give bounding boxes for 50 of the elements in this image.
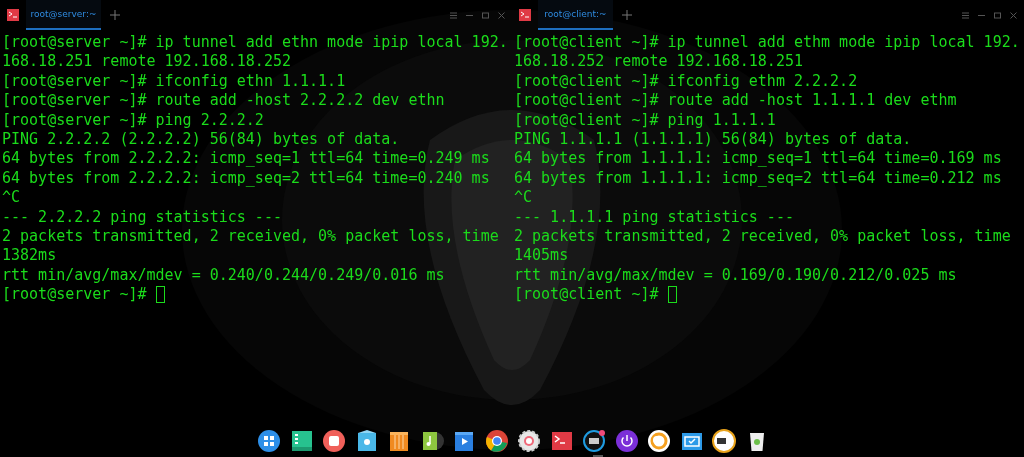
ring-icon[interactable] [647, 429, 672, 453]
terminal-line: PING 2.2.2.2 (2.2.2.2) 56(84) bytes of data. [2, 130, 400, 150]
terminal-line: 64 bytes from 2.2.2.2: icmp_seq=2 ttl=64 time=0.240 ms [2, 168, 490, 189]
terminal-prompt: [root@client ~]# [514, 285, 659, 305]
terminal-line: 64 bytes from 2.2.2.2: icmp_seq=1 ttl=64 time=0.249 ms [2, 149, 490, 169]
maximize-icon[interactable] [481, 10, 490, 20]
terminal-line: [root@client ~]# ping 1.1.1.1 [514, 110, 776, 131]
add-tab-icon[interactable] [110, 10, 120, 20]
cursor [667, 286, 677, 304]
terminal-line: [root@client ~]# route add -host 1.1.1.1 dev ethm [514, 91, 957, 111]
terminal-icon [519, 9, 531, 21]
tab[interactable]: root@client:~ [538, 0, 613, 30]
terminal-line: ^C [2, 188, 21, 208]
terminal-line: --- 2.2.2.2 ping statistics --- [2, 207, 282, 228]
add-tab-icon[interactable] [622, 10, 632, 20]
close-icon[interactable] [1009, 10, 1018, 20]
browser-icon[interactable] [484, 429, 509, 453]
terminal-line: 64 bytes from 1.1.1.1: icmp_seq=1 ttl=64 time=0.169 ms [514, 149, 1002, 169]
terminal-line: [root@server ~]# ping 2.2.2.2 [2, 110, 264, 131]
terminal-line: PING 1.1.1.1 (1.1.1.1) 56(84) bytes of data. [514, 130, 912, 150]
terminal-line: 2 packets transmitted, 2 received, 0% packet loss, time [2, 227, 499, 247]
menu-icon[interactable] [449, 10, 458, 20]
terminal-line: 2 packets transmitted, 2 received, 0% packet loss, time [514, 227, 1011, 247]
terminal-line: [root@client ~]# ifconfig ethm 2.2.2.2 [514, 71, 858, 92]
terminal-icon[interactable] [549, 429, 574, 453]
terminal-line: 1405ms [514, 246, 569, 266]
active-indicator [593, 455, 603, 457]
terminal-prompt: [root@server ~]# [2, 285, 147, 305]
list-icon[interactable] [289, 429, 314, 453]
terminal-line: [root@client ~]# ip tunnel add ethm mode ipip local 192. [514, 33, 1020, 53]
close-icon[interactable] [497, 10, 506, 20]
terminal-line: 64 bytes from 1.1.1.1: icmp_seq=2 ttl=64 time=0.212 ms [514, 168, 1002, 189]
maximize-icon[interactable] [993, 10, 1002, 20]
terminal-line: [root@server ~]# route add -host 2.2.2.2 dev ethn [2, 91, 445, 111]
terminal-line: 168.18.251 remote 192.168.18.252 [2, 52, 291, 72]
terminal-line: rtt min/avg/max/mdev = 0.240/0.244/0.249/0.016 ms [2, 265, 445, 286]
cursor [155, 286, 165, 304]
terminal-line: 1382ms [2, 246, 57, 266]
terminal-icon [7, 9, 19, 21]
terminal-line: [root@server ~]# ifconfig ethn 1.1.1.1 [2, 71, 346, 92]
terminal-line: rtt min/avg/max/mdev = 0.169/0.190/0.212/0.025 ms [514, 265, 957, 286]
gear-icon[interactable] [517, 429, 542, 453]
terminal-line: --- 1.1.1.1 ping statistics --- [514, 207, 794, 228]
tab[interactable]: root@server:~ [26, 0, 101, 30]
terminal-line: ^C [514, 188, 533, 208]
terminal-line: [root@server ~]# ip tunnel add ethn mode ipip local 192. [2, 33, 508, 53]
terminal-line: 168.18.252 remote 192.168.18.251 [514, 52, 803, 72]
power-icon[interactable] [614, 429, 639, 453]
grid-icon[interactable] [257, 429, 282, 453]
menu-icon[interactable] [961, 10, 970, 20]
